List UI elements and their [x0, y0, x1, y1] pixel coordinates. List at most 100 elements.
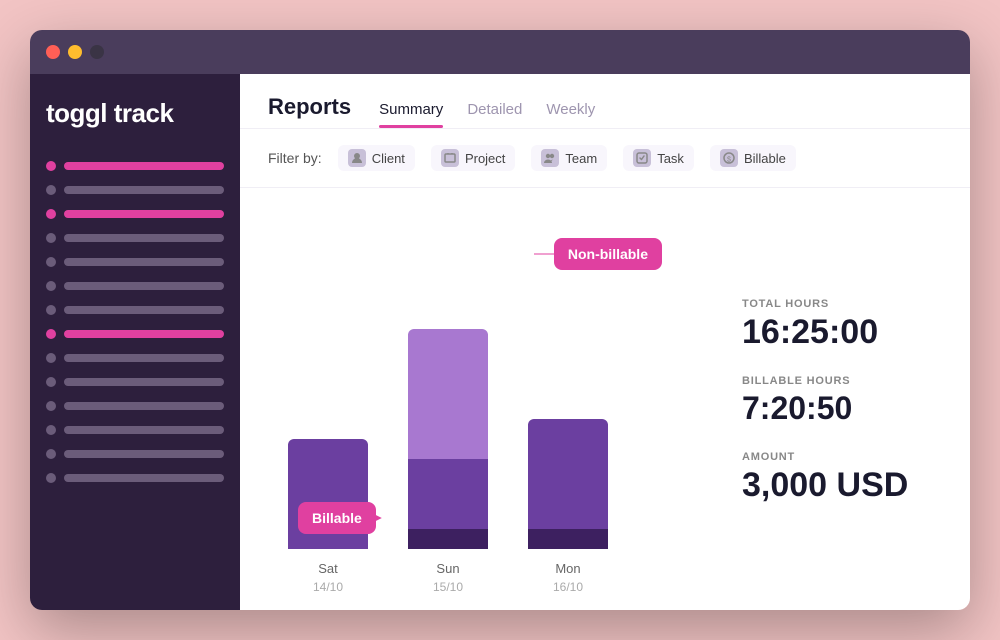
list-item[interactable] — [46, 445, 224, 463]
sidebar-bar — [64, 306, 224, 314]
amount-label: AMOUNT — [742, 451, 942, 463]
sidebar-bar — [64, 186, 224, 194]
sidebar: toggl track — [30, 74, 240, 610]
sidebar-bar — [64, 402, 224, 410]
sidebar-bar — [64, 162, 224, 170]
tab-summary[interactable]: Summary — [379, 101, 443, 128]
list-item[interactable] — [46, 301, 224, 319]
close-button[interactable] — [46, 45, 60, 59]
bar-day-mon: Mon — [555, 561, 580, 576]
sidebar-bar — [64, 210, 224, 218]
sidebar-bar — [64, 426, 224, 434]
list-item[interactable] — [46, 157, 224, 175]
bar-group-mon: Mon 16/10 — [528, 419, 608, 594]
filter-team[interactable]: Team — [531, 145, 607, 171]
billable-hours-value: 7:20:50 — [742, 391, 942, 426]
sidebar-dot — [46, 425, 56, 435]
total-hours-label: TOTAL HOURS — [742, 298, 942, 310]
app-window: toggl track — [30, 30, 970, 610]
filter-project[interactable]: Project — [431, 145, 515, 171]
svg-text:$: $ — [727, 157, 731, 164]
sidebar-bar — [64, 282, 224, 290]
stat-billable-hours: BILLABLE HOURS 7:20:50 — [742, 375, 942, 426]
list-item[interactable] — [46, 373, 224, 391]
billable-hours-label: BILLABLE HOURS — [742, 375, 942, 387]
page-title: Reports — [268, 94, 351, 120]
header-top: Reports Summary Detailed Weekly — [268, 94, 942, 128]
bar-date-sat: 14/10 — [313, 580, 343, 594]
bar-day-sat: Sat — [318, 561, 338, 576]
sidebar-dot — [46, 233, 56, 243]
total-hours-value: 16:25:00 — [742, 314, 942, 351]
filter-bar: Filter by: Client — [240, 129, 970, 188]
sidebar-dot — [46, 329, 56, 339]
list-item[interactable] — [46, 253, 224, 271]
filter-client[interactable]: Client — [338, 145, 415, 171]
sidebar-bar — [64, 258, 224, 266]
sidebar-bar — [64, 330, 224, 338]
tooltip-nonbillable: Non-billable — [554, 238, 662, 270]
sidebar-dot — [46, 377, 56, 387]
bar-date-mon: 16/10 — [553, 580, 583, 594]
panel-header: Reports Summary Detailed Weekly — [240, 74, 970, 129]
sidebar-dot — [46, 185, 56, 195]
tooltip-billable: Billable — [298, 502, 376, 534]
minimize-button[interactable] — [68, 45, 82, 59]
sidebar-dot — [46, 449, 56, 459]
stat-amount: AMOUNT 3,000 USD — [742, 451, 942, 504]
bar-billable-sun — [408, 459, 488, 529]
bar-stack-mon — [528, 419, 608, 549]
list-item[interactable] — [46, 397, 224, 415]
tab-detailed[interactable]: Detailed — [467, 101, 522, 128]
bar-date-sun: 15/10 — [433, 580, 463, 594]
logo: toggl track — [46, 98, 224, 129]
sidebar-dot — [46, 281, 56, 291]
sidebar-nav — [46, 157, 224, 487]
sidebar-bar — [64, 354, 224, 362]
right-panel: Reports Summary Detailed Weekly — [240, 74, 970, 610]
tab-bar: Summary Detailed Weekly — [379, 101, 595, 128]
sidebar-dot — [46, 353, 56, 363]
sidebar-dot — [46, 209, 56, 219]
list-item[interactable] — [46, 469, 224, 487]
bar-group-sun: Sun 15/10 — [408, 329, 488, 594]
filter-billable[interactable]: $ Billable — [710, 145, 796, 171]
sidebar-bar — [64, 378, 224, 386]
chart-container: Sat 14/10 Sun 15/10 — [268, 208, 722, 594]
sidebar-dot — [46, 257, 56, 267]
sidebar-bar — [64, 234, 224, 242]
sidebar-dot — [46, 401, 56, 411]
chart-area: Sat 14/10 Sun 15/10 — [240, 188, 970, 610]
bar-stack-sun — [408, 329, 488, 549]
chart-bars: Sat 14/10 Sun 15/10 — [268, 208, 722, 594]
list-item[interactable] — [46, 277, 224, 295]
bar-dark-mon — [528, 529, 608, 549]
main-content: toggl track — [30, 74, 970, 610]
billable-icon: $ — [720, 149, 738, 167]
bar-nonbillable-sun — [408, 329, 488, 459]
filter-task[interactable]: Task — [623, 145, 694, 171]
logo-text1: toggl — [46, 98, 107, 128]
list-item[interactable] — [46, 229, 224, 247]
sidebar-dot — [46, 161, 56, 171]
list-item[interactable] — [46, 205, 224, 223]
list-item[interactable] — [46, 349, 224, 367]
sidebar-dot — [46, 473, 56, 483]
stat-total-hours: TOTAL HOURS 16:25:00 — [742, 298, 942, 351]
sidebar-bar — [64, 450, 224, 458]
client-icon — [348, 149, 366, 167]
titlebar — [30, 30, 970, 74]
maximize-button[interactable] — [90, 45, 104, 59]
bar-billable-mon — [528, 419, 608, 529]
filter-by-label: Filter by: — [268, 150, 322, 166]
list-item[interactable] — [46, 325, 224, 343]
sidebar-dot — [46, 305, 56, 315]
sidebar-bar — [64, 474, 224, 482]
task-icon — [633, 149, 651, 167]
bar-dark-sun — [408, 529, 488, 549]
project-icon — [441, 149, 459, 167]
list-item[interactable] — [46, 181, 224, 199]
list-item[interactable] — [46, 421, 224, 439]
bar-day-sun: Sun — [436, 561, 459, 576]
tab-weekly[interactable]: Weekly — [546, 101, 595, 128]
